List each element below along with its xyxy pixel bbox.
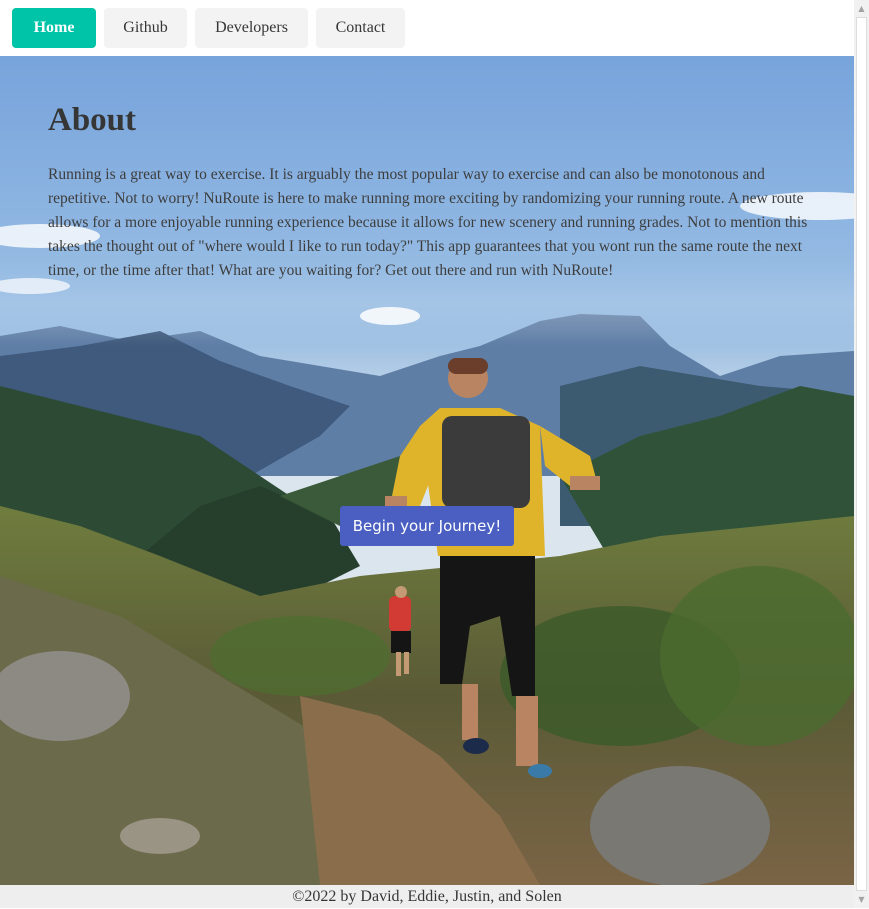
scroll-up-arrow-icon[interactable]: ▲ (854, 1, 869, 16)
nav-developers-button[interactable]: Developers (195, 8, 308, 48)
scroll-down-arrow-icon[interactable]: ▼ (854, 892, 869, 907)
vertical-scrollbar[interactable]: ▲ ▼ (854, 0, 869, 908)
scrollbar-thumb[interactable] (856, 17, 867, 891)
begin-journey-button[interactable]: Begin your Journey! (340, 506, 514, 546)
nav-home-button[interactable]: Home (12, 8, 96, 48)
nav-github-button[interactable]: Github (104, 8, 187, 48)
nav-contact-button[interactable]: Contact (316, 8, 405, 48)
about-title: About (48, 102, 137, 138)
footer: ©2022 by David, Eddie, Justin, and Solen (0, 885, 854, 908)
about-description: Running is a great way to exercise. It i… (48, 166, 808, 279)
navbar: Home Github Developers Contact (0, 0, 854, 56)
footer-copyright: ©2022 by David, Eddie, Justin, and Solen (292, 888, 562, 905)
